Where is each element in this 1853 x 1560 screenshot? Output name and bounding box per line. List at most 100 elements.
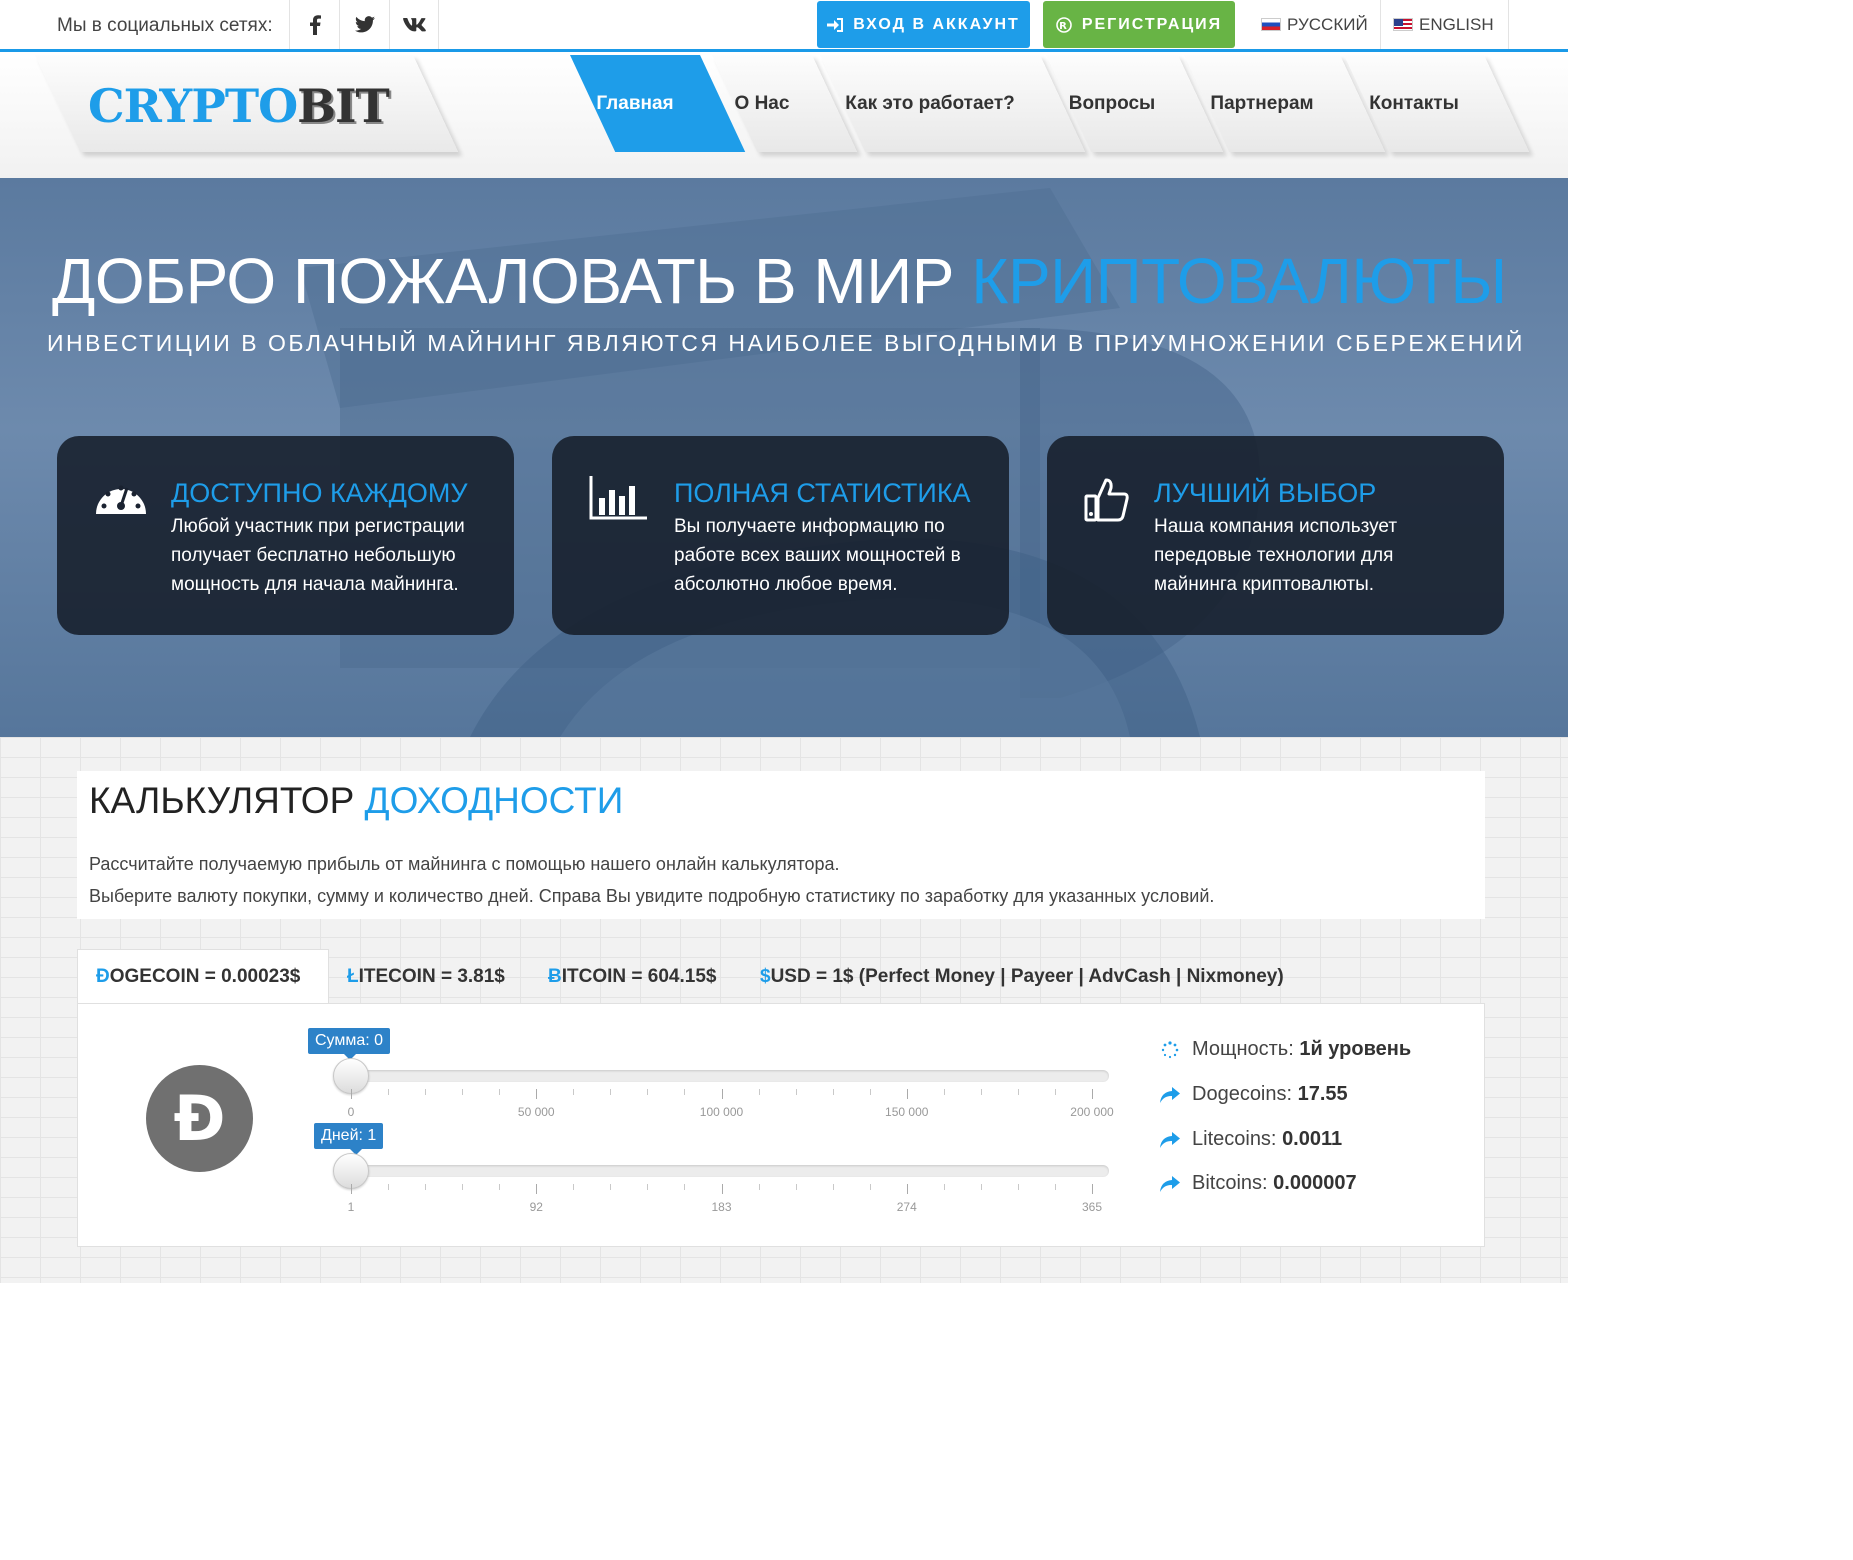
slider-major-tick [351,1089,352,1099]
facebook-link[interactable] [289,0,339,49]
usa-flag-icon [1393,18,1413,31]
hero-title-highlight: КРИПТОВАЛЮТЫ [971,245,1507,317]
stat-label: Litecoins: [1192,1128,1283,1150]
registered-icon: R [1056,16,1072,33]
feature-card-statistics: ПОЛНАЯ СТАТИСТИКА Вы получаете информаци… [552,436,1009,635]
slider-major-tick [906,1089,908,1099]
slider-minor-tick [610,1089,612,1095]
tab-label: OGECOIN = 0.00023$ [109,966,301,987]
login-button[interactable]: ВХОД В АККАУНТ [817,1,1030,48]
dogecoin-icon: Ð [146,1065,253,1172]
nav-faq[interactable]: Вопросы [1046,55,1224,152]
twitter-link[interactable] [339,0,389,49]
stat-litecoins: Litecoins: 0.0011 [1160,1128,1342,1151]
feature-title: ДОСТУПНО КАЖДОМУ [171,478,468,508]
stat-label: Мощность: [1192,1038,1300,1060]
nav-label: Как это работает? [845,92,1015,114]
nav-label: О Нас [734,92,790,114]
days-slider-label: Дней: 1 [314,1123,384,1155]
stat-dogecoins: Dogecoins: 17.55 [1160,1083,1348,1106]
register-button[interactable]: R РЕГИСТРАЦИЯ [1043,1,1235,48]
slider-minor-tick [758,1089,760,1095]
nav-about[interactable]: О Нас [712,55,858,152]
tab-litecoin[interactable]: Ł ITECOIN = 3.81$ [347,949,505,1004]
slider-minor-tick [573,1089,575,1095]
calculator-description: Рассчитайте получаемую прибыль от майнин… [89,848,1214,912]
feature-text: Наша компания использует передовые техно… [1154,516,1398,595]
slider-tick-label: 100 000 [699,1105,744,1119]
stat-value: 1й уровень [1299,1038,1412,1060]
russia-flag-icon [1261,18,1281,31]
svg-text:R: R [1059,21,1069,32]
slider-minor-tick [462,1184,464,1190]
nav-label: Главная [596,92,674,114]
nav-label: Контакты [1369,92,1459,114]
calculator-title: КАЛЬКУЛЯТОР ДОХОДНОСТИ [89,780,623,822]
slider-minor-tick [1054,1089,1056,1095]
slider-major-tick [536,1184,538,1194]
language-russian[interactable]: РУССКИЙ [1249,0,1381,49]
hero-title-part1: ДОБРО ПОЖАЛОВАТЬ В МИР [52,245,972,317]
feature-text: Вы получаете информацию по работе всех в… [674,516,961,595]
dogecoin-symbol-icon: Ð [96,966,110,987]
tab-label: ITECOIN = 3.81$ [358,965,505,987]
slider-minor-tick [795,1089,797,1095]
share-arrow-icon [1160,1131,1180,1148]
tab-dogecoin[interactable]: Ð OGECOIN = 0.00023$ [77,949,329,1004]
slider-minor-tick [869,1089,871,1095]
slider-minor-tick [832,1089,834,1095]
days-slider-track[interactable] [338,1165,1109,1177]
logo[interactable]: CRYPTOBIT [88,79,390,133]
nav-label: Партнерам [1210,92,1314,114]
usd-symbol-icon: $ [760,965,771,987]
slider-major-tick [906,1184,908,1194]
register-label: РЕГИСТРАЦИЯ [1081,15,1223,33]
stat-label: Bitcoins: [1192,1172,1274,1194]
feature-title: ПОЛНАЯ СТАТИСТИКА [674,478,971,508]
feature-title: ЛУЧШИЙ ВЫБОР [1154,478,1377,508]
slider-minor-tick [684,1184,686,1190]
tab-label: USD = 1$ (Perfect Money | Payeer | AdvCa… [770,965,1284,987]
description-line: Рассчитайте получаемую прибыль от майнин… [89,854,840,874]
litecoin-symbol-icon: Ł [347,965,359,987]
stat-label: Dogecoins: [1192,1083,1298,1105]
amount-slider-track[interactable] [338,1070,1109,1082]
slider-major-tick [536,1089,538,1099]
vk-icon [403,17,426,31]
sign-in-icon [827,17,844,32]
calculator-title-part1: КАЛЬКУЛЯТОР [89,780,365,821]
slider-minor-tick [684,1089,686,1095]
tab-label: ITCOIN = 604.15$ [561,965,717,987]
social-label: Мы в социальных сетях: [57,15,273,36]
slider-minor-tick [943,1089,945,1095]
nav-partners[interactable]: Партнерам [1184,55,1386,152]
slider-minor-tick [647,1089,649,1095]
speedometer-icon [96,485,146,514]
nav-how-it-works[interactable]: Как это работает? [820,55,1086,152]
vk-link[interactable] [389,0,439,49]
slider-major-tick [351,1184,352,1194]
language-english[interactable]: ENGLISH [1381,0,1509,49]
top-bar: Мы в социальных сетях: ВХОД В АККАУНТ R … [0,0,1568,52]
bar-chart-icon [589,476,647,520]
slider-tick-label: 50 000 [517,1105,555,1119]
slider-tick-label: 183 [711,1200,732,1214]
slider-minor-tick [425,1089,427,1095]
slider-minor-tick [1054,1184,1056,1190]
slider-major-tick [721,1089,723,1099]
tab-usd[interactable]: $ USD = 1$ (Perfect Money | Payeer | AdvC… [760,949,1284,1004]
nav-home[interactable]: Главная [570,55,746,152]
slider-minor-tick [425,1184,427,1190]
language-label: ENGLISH [1419,14,1494,34]
slider-minor-tick [795,1184,797,1190]
slider-tick-label: 1 [347,1200,355,1214]
stat-power: Мощность: 1й уровень [1160,1038,1411,1061]
facebook-icon [309,14,321,35]
tab-bitcoin[interactable]: Ƀ ITCOIN = 604.15$ [548,949,716,1004]
nav-contacts[interactable]: Контакты [1344,55,1530,152]
slider-tick-label: 150 000 [885,1105,929,1119]
share-arrow-icon [1160,1175,1180,1192]
header: CRYPTOBIT Главная О Нас Как это работает… [0,55,1568,178]
slider-minor-tick [943,1184,945,1190]
stat-value: 0.000007 [1273,1172,1357,1194]
